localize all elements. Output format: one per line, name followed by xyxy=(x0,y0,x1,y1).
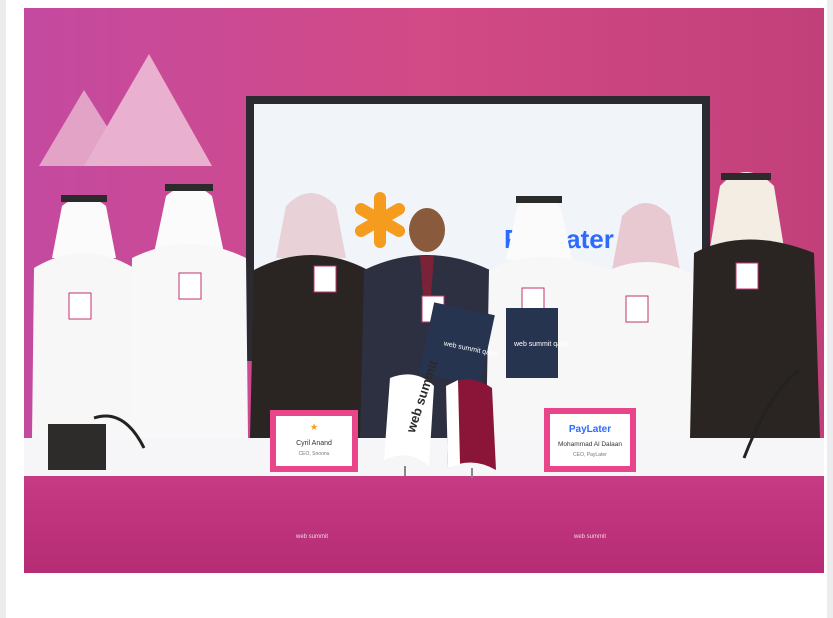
svg-text:CEO, Snoonu: CEO, Snoonu xyxy=(299,451,330,457)
svg-text:web summit qatar: web summit qatar xyxy=(513,341,570,348)
svg-text:PayLater: PayLater xyxy=(569,424,611,435)
photo-frame: PayLater xyxy=(0,0,833,618)
svg-text:★: ★ xyxy=(310,422,318,432)
svg-text:Mohammad Al Dalaan: Mohammad Al Dalaan xyxy=(558,441,622,448)
tissue-box xyxy=(48,424,106,470)
table-brand-left: web summit xyxy=(295,534,328,540)
table-brand-right: web summit xyxy=(573,534,606,540)
name-card-right: PayLater Mohammad Al Dalaan CEO, PayLate… xyxy=(544,408,636,472)
svg-text:Cyril Anand: Cyril Anand xyxy=(296,440,332,447)
event-photo: PayLater xyxy=(24,8,824,573)
svg-text:CEO, PayLater: CEO, PayLater xyxy=(573,452,607,458)
photo-illustration: PayLater xyxy=(24,8,824,573)
table-skirt xyxy=(24,476,824,573)
name-card-left: ★ Cyril Anand CEO, Snoonu xyxy=(270,410,358,472)
